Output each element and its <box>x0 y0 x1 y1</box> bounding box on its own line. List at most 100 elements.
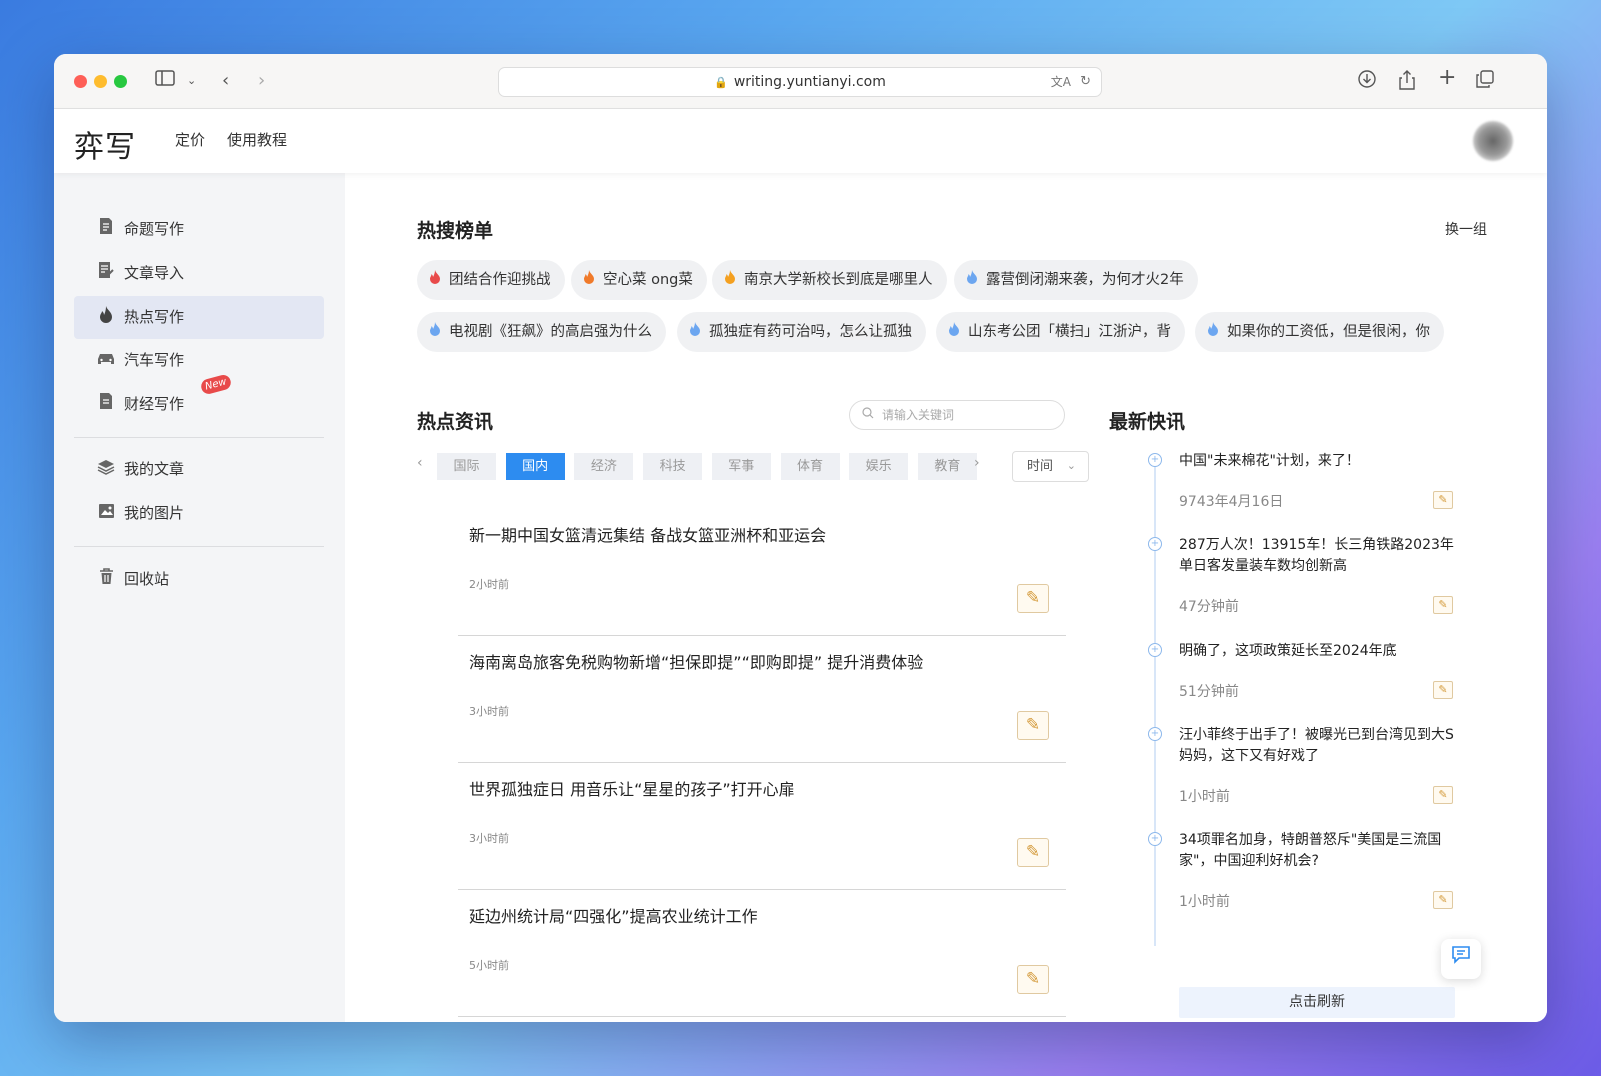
layers-icon <box>96 448 116 491</box>
flame-icon <box>1207 312 1219 352</box>
new-tab-icon[interactable]: + <box>1438 67 1456 89</box>
category-tab[interactable]: 国内 <box>505 453 565 480</box>
hot-tag-label: 露营倒闭潮来袭，为何才火2年 <box>986 272 1184 288</box>
pencil-icon[interactable]: ✎ <box>1433 786 1453 804</box>
flame-icon <box>724 260 736 300</box>
sidebar-item-topic-writing[interactable]: 命题写作 <box>74 208 324 251</box>
minimize-window-button[interactable] <box>94 75 107 88</box>
swap-group-button[interactable]: 换一组 <box>1445 219 1487 239</box>
chevron-down-icon[interactable]: ⌄ <box>187 70 196 92</box>
news-item-title[interactable]: 新一期中国女篮清远集结 备战女篮亚洲杯和亚运会 <box>469 522 826 546</box>
search-input[interactable]: 请输入关键词 <box>849 400 1065 430</box>
flash-item-time: 9743年4月16日 <box>1179 494 1284 510</box>
sort-select[interactable]: 时间 ⌄ <box>1012 451 1089 482</box>
news-item-title[interactable]: 海南离岛旅客免税购物新增“担保即提”“即购即提” 提升消费体验 <box>469 649 923 673</box>
flash-item-title[interactable]: 汪小菲终于出手了！被曝光已到台湾见到大S妈妈，这下又有好戏了 <box>1179 725 1459 767</box>
flame-icon <box>583 260 595 300</box>
hot-tag[interactable]: 空心菜 ong菜 <box>571 260 707 300</box>
avatar[interactable] <box>1473 121 1513 161</box>
back-icon[interactable]: ‹ <box>222 70 229 92</box>
nav-pricing[interactable]: 定价 <box>175 129 205 150</box>
sidebar-item-hot-writing[interactable]: 热点写作 <box>74 296 324 339</box>
timeline-dot: + <box>1148 537 1162 551</box>
flame-icon <box>429 260 441 300</box>
flash-item-time: 51分钟前 <box>1179 684 1239 700</box>
flash-item-time: 47分钟前 <box>1179 599 1239 615</box>
category-tab[interactable]: 军事 <box>711 453 771 480</box>
timeline-dot: + <box>1148 453 1162 467</box>
import-icon <box>96 252 116 295</box>
hot-tag[interactable]: 南京大学新校长到底是哪里人 <box>712 260 947 300</box>
app-header: 弈写 定价 使用教程 <box>54 109 1547 173</box>
tabs-prev-icon[interactable]: ‹ <box>417 455 423 471</box>
hot-tag[interactable]: 团结合作迎挑战 <box>417 260 565 300</box>
translate-icon[interactable]: 文A <box>1051 68 1071 96</box>
sidebar-item-trash[interactable]: 回收站 <box>74 558 324 601</box>
app-logo[interactable]: 弈写 <box>74 122 136 166</box>
flame-icon <box>948 312 960 352</box>
write-button[interactable]: ✎ <box>1017 965 1049 994</box>
hot-tag[interactable]: 山东考公团「横扫」江浙沪，背 <box>936 312 1185 352</box>
nav-tutorial[interactable]: 使用教程 <box>227 129 287 150</box>
flash-item-title[interactable]: 287万人次！13915车！长三角铁路2023年单日客发量装车数均创新高 <box>1179 535 1459 577</box>
refresh-button[interactable]: 点击刷新 <box>1179 987 1455 1018</box>
pencil-icon[interactable]: ✎ <box>1433 681 1453 699</box>
trash-icon <box>96 558 116 601</box>
category-tab[interactable]: 国际 <box>437 453 496 480</box>
flash-item-title[interactable]: 明确了，这项政策延长至2024年底 <box>1179 641 1459 662</box>
pencil-icon[interactable]: ✎ <box>1433 491 1453 509</box>
category-tab[interactable]: 教育 <box>917 453 977 480</box>
news-item-title[interactable]: 世界孤独症日 用音乐让“星星的孩子”打开心扉 <box>469 776 795 800</box>
flash-item-title[interactable]: 34项罪名加身，特朗普怒斥"美国是三流国家"，中国迎利好机会? <box>1179 830 1459 872</box>
car-icon <box>96 339 116 382</box>
share-icon[interactable] <box>1399 70 1415 96</box>
timeline-dot: + <box>1148 727 1162 741</box>
news-item-title[interactable]: 延边州统计局“四强化”提高农业统计工作 <box>469 903 758 927</box>
reload-icon[interactable]: ↻ <box>1080 68 1091 96</box>
hot-tag[interactable]: 孤独症有药可治吗，怎么让孤独 <box>677 312 926 352</box>
write-button[interactable]: ✎ <box>1017 584 1049 613</box>
category-tab[interactable]: 体育 <box>780 453 840 480</box>
sidebar-item-label: 热点写作 <box>124 308 185 326</box>
flash-item-time: 1小时前 <box>1179 894 1230 910</box>
sidebar-item-my-images[interactable]: 我的图片 <box>74 492 324 535</box>
hot-tag[interactable]: 露营倒闭潮来袭，为何才火2年 <box>954 260 1198 300</box>
chat-button[interactable] <box>1441 939 1481 979</box>
download-icon[interactable] <box>1358 70 1376 94</box>
pencil-icon[interactable]: ✎ <box>1433 596 1453 614</box>
hot-tag-label: 山东考公团「横扫」江浙沪，背 <box>968 324 1171 340</box>
search-placeholder: 请输入关键词 <box>882 408 955 422</box>
sidebar-toggle-icon[interactable] <box>155 70 175 92</box>
tabs-next-icon[interactable]: › <box>974 455 980 471</box>
news-item[interactable]: 世界孤独症日 用音乐让“星星的孩子”打开心扉 3小时前 ✎ <box>458 763 1066 890</box>
flash-item-title[interactable]: 中国"未来棉花"计划，来了！ <box>1179 451 1459 472</box>
sidebar-divider <box>74 546 324 547</box>
sidebar-item-article-import[interactable]: 文章导入 <box>74 252 324 295</box>
forward-icon[interactable]: › <box>258 70 265 92</box>
news-item-time: 5小时前 <box>469 959 509 972</box>
flame-icon <box>689 312 701 352</box>
tabs-overview-icon[interactable] <box>1476 70 1494 94</box>
timeline-dot: + <box>1148 643 1162 657</box>
sidebar-item-finance-writing[interactable]: 财经写作 New <box>74 373 324 426</box>
category-tab[interactable]: 经济 <box>574 453 634 480</box>
hot-tag[interactable]: 电视剧《狂飙》的高启强为什么 <box>417 312 666 352</box>
write-button[interactable]: ✎ <box>1017 838 1049 867</box>
category-tab[interactable]: 科技 <box>643 453 703 480</box>
sidebar-item-my-articles[interactable]: 我的文章 <box>74 448 324 491</box>
news-item-time: 3小时前 <box>469 705 509 718</box>
pencil-icon[interactable]: ✎ <box>1433 891 1453 909</box>
flash-news-title: 最新快讯 <box>1109 411 1186 433</box>
zoom-window-button[interactable] <box>114 75 127 88</box>
flame-icon <box>966 260 978 300</box>
category-tab[interactable]: 娱乐 <box>849 453 909 480</box>
news-item[interactable]: 新一期中国女篮清远集结 备战女篮亚洲杯和亚运会 2小时前 ✎ <box>458 509 1066 636</box>
close-window-button[interactable] <box>74 75 87 88</box>
write-button[interactable]: ✎ <box>1017 711 1049 740</box>
timeline-line <box>1154 461 1156 946</box>
news-item[interactable]: 海南离岛旅客免税购物新增“担保即提”“即购即提” 提升消费体验 3小时前 ✎ <box>458 636 1066 763</box>
address-bar[interactable]: 🔒 writing.yuntianyi.com 文A ↻ <box>498 67 1102 97</box>
sidebar-item-car-writing[interactable]: 汽车写作 <box>74 339 324 382</box>
hot-tag[interactable]: 如果你的工资低，但是很闲，你 <box>1195 312 1444 352</box>
news-item[interactable]: 延边州统计局“四强化”提高农业统计工作 5小时前 ✎ <box>458 890 1066 1017</box>
